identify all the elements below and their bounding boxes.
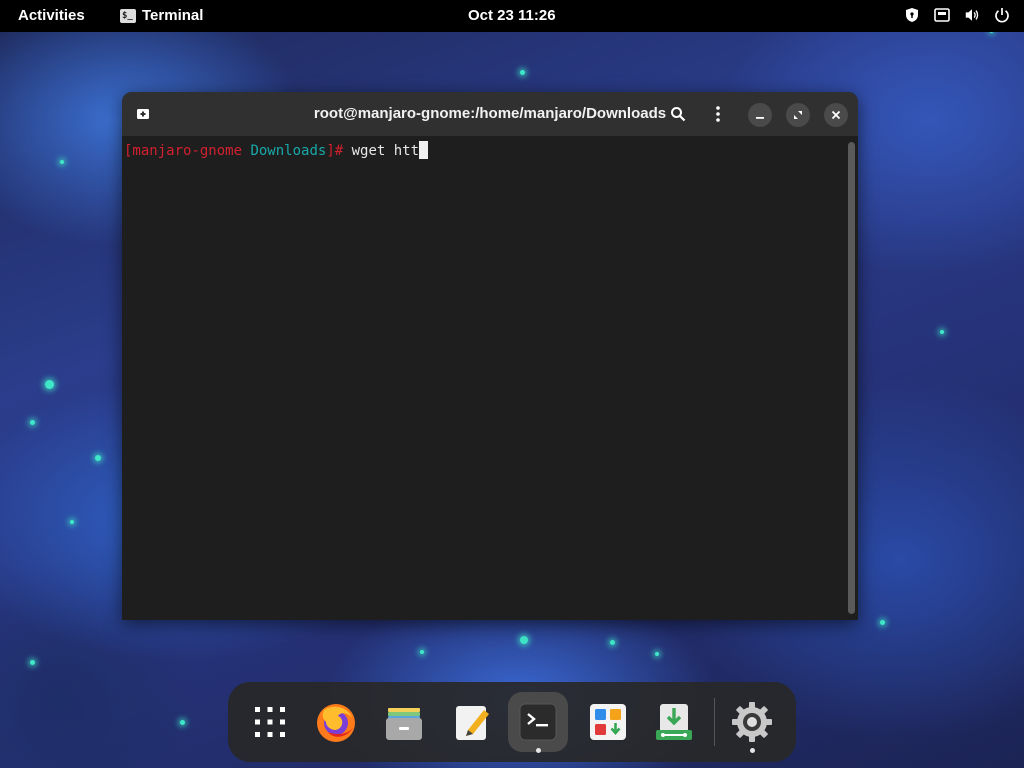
running-indicator	[749, 748, 755, 753]
app-menu[interactable]: $_ Terminal	[120, 7, 203, 24]
dock-item-firefox[interactable]	[306, 692, 366, 752]
running-indicator	[535, 748, 541, 753]
software-icon	[590, 704, 626, 740]
downloader-icon	[656, 704, 692, 740]
minimize-icon	[756, 117, 764, 119]
activities-button[interactable]: Activities	[18, 7, 85, 24]
settings-icon	[732, 702, 772, 742]
maximize-icon	[794, 111, 802, 119]
minimize-button[interactable]	[748, 103, 772, 127]
dock-item-software[interactable]	[578, 692, 638, 752]
dock-item-text-editor[interactable]	[442, 692, 502, 752]
maximize-button[interactable]	[786, 103, 810, 127]
menu-icon[interactable]	[708, 104, 728, 124]
dock-item-terminal[interactable]	[508, 692, 568, 753]
firefox-icon	[317, 704, 355, 742]
dash-dock	[228, 682, 796, 762]
network-icon[interactable]	[934, 6, 950, 24]
terminal-scrollbar[interactable]	[848, 142, 855, 614]
prompt-end: ]#	[326, 143, 344, 159]
dock-item-downloader[interactable]	[644, 692, 704, 752]
dock-item-app-grid[interactable]	[240, 692, 300, 752]
prompt-directory: Downloads	[250, 143, 327, 159]
prompt-host: [manjaro-gnome	[124, 143, 243, 159]
terminal-window[interactable]: root@manjaro-gnome:/home/manjaro/Downloa…	[122, 92, 858, 620]
search-icon[interactable]	[668, 104, 688, 124]
power-icon[interactable]	[994, 6, 1010, 24]
close-button[interactable]	[824, 103, 848, 127]
dock-separator	[714, 698, 715, 746]
close-icon	[831, 110, 841, 120]
files-icon	[386, 708, 422, 740]
system-tray[interactable]	[904, 6, 1010, 24]
shield-icon[interactable]	[904, 6, 920, 24]
app-grid-icon	[255, 707, 285, 737]
dock-item-settings[interactable]	[722, 692, 782, 753]
clock[interactable]: Oct 23 11:26	[468, 7, 556, 24]
text-cursor	[419, 141, 429, 159]
terminal-icon	[519, 703, 557, 741]
terminal-app-icon: $_	[120, 8, 136, 23]
command-input[interactable]: wget htt	[352, 143, 419, 159]
terminal-output[interactable]: [manjaro-gnome Downloads]# wget htt	[122, 136, 858, 620]
top-bar: Activities $_ Terminal Oct 23 11:26	[0, 0, 1024, 32]
text-editor-icon	[456, 706, 489, 740]
app-name: Terminal	[142, 7, 204, 24]
headerbar[interactable]: root@manjaro-gnome:/home/manjaro/Downloa…	[122, 92, 858, 136]
dock-item-files[interactable]	[374, 692, 434, 752]
volume-icon[interactable]	[964, 6, 980, 24]
